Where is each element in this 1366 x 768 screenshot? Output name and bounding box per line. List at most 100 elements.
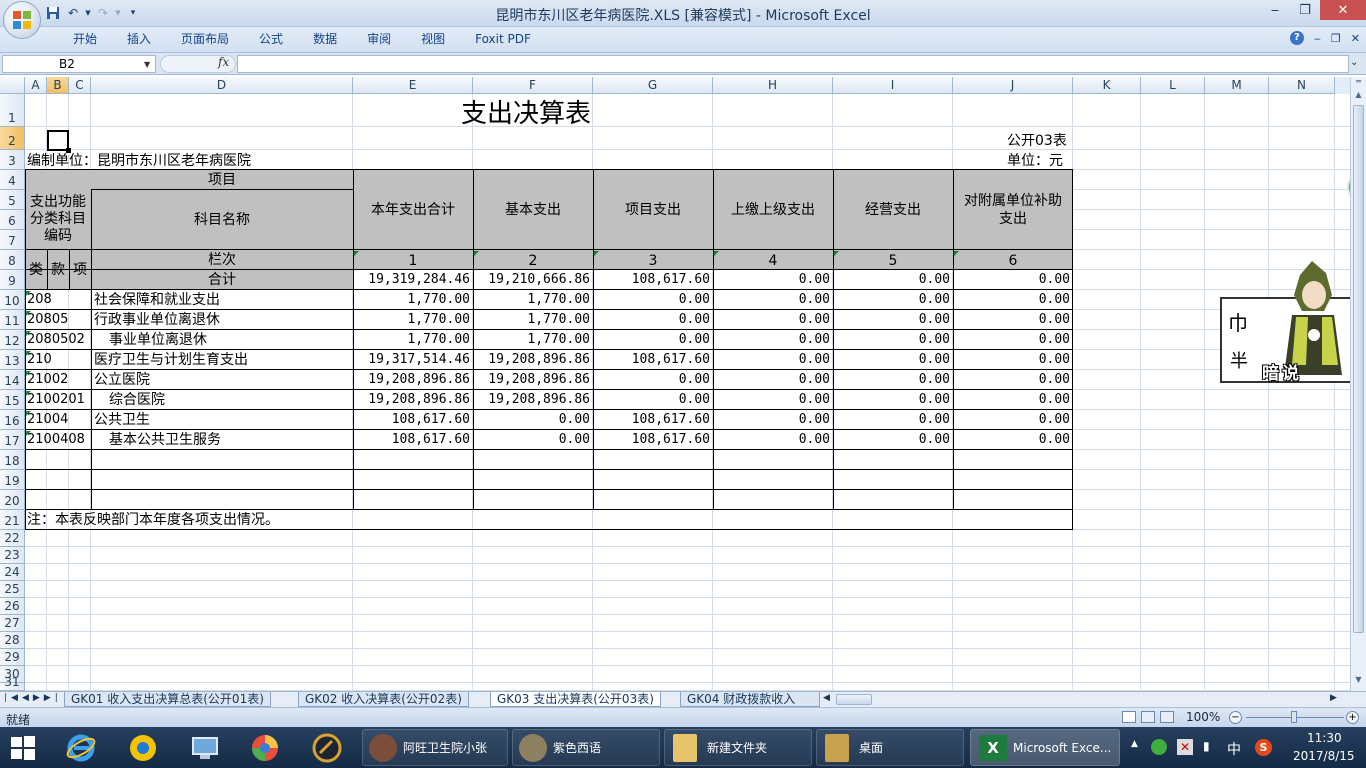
column-header[interactable]: C — [69, 77, 91, 94]
page-layout-view-icon[interactable] — [1141, 711, 1155, 723]
name-box-dropdown-icon[interactable]: ▼ — [144, 60, 150, 69]
column-header[interactable]: I — [833, 77, 953, 94]
column-header[interactable]: H — [713, 77, 833, 94]
row-header[interactable]: 10 — [0, 290, 25, 310]
zoom-slider-thumb[interactable] — [1291, 711, 1297, 723]
value-cell[interactable]: 19,210,666.86 — [473, 271, 590, 289]
hscroll-right-icon[interactable]: ▶ — [1330, 693, 1337, 703]
tab-view[interactable]: 视图 — [406, 27, 460, 53]
row-header[interactable]: 9 — [0, 270, 25, 290]
tab-data[interactable]: 数据 — [298, 27, 352, 53]
zoom-in-icon[interactable]: + — [1346, 711, 1359, 724]
redo-dropdown-icon[interactable]: ▼ — [114, 4, 122, 22]
clock-date[interactable]: 2017/8/15 — [1293, 749, 1355, 763]
signal-icon[interactable]: ▮ — [1203, 739, 1210, 753]
row-header[interactable]: 21 — [0, 510, 25, 530]
value-cell[interactable]: 0.00 — [953, 271, 1070, 289]
zoom-out-icon[interactable]: − — [1229, 711, 1242, 724]
value-cell[interactable]: 0.00 — [713, 291, 830, 309]
value-cell[interactable]: 0.00 — [593, 391, 710, 409]
tab-insert[interactable]: 插入 — [112, 27, 166, 53]
value-cell[interactable]: 0.00 — [713, 391, 830, 409]
tab-foxit-pdf[interactable]: Foxit PDF — [460, 27, 546, 53]
value-cell[interactable]: 0.00 — [713, 351, 830, 369]
row-header[interactable]: 29 — [0, 649, 25, 666]
value-cell[interactable]: 19,208,896.86 — [473, 371, 590, 389]
value-cell[interactable]: 0.00 — [593, 291, 710, 309]
value-cell[interactable]: 0.00 — [953, 431, 1070, 449]
row-header[interactable]: 31 — [0, 675, 25, 691]
value-cell[interactable]: 1,770.00 — [473, 331, 590, 349]
value-cell[interactable]: 0.00 — [593, 311, 710, 329]
subject-name-cell[interactable]: 社会保障和就业支出 — [94, 291, 220, 309]
row-header[interactable]: 18 — [0, 450, 25, 470]
column-header[interactable]: N — [1269, 77, 1335, 94]
zoom-level[interactable]: 100% — [1186, 710, 1220, 724]
network-disconnected-icon[interactable]: ✕ — [1177, 739, 1193, 755]
subject-code-cell[interactable]: 21002 — [27, 371, 68, 389]
value-cell[interactable]: 0.00 — [833, 311, 950, 329]
ime-indicator[interactable]: 中 — [1227, 739, 1241, 759]
value-cell[interactable]: 19,319,284.46 — [353, 271, 470, 289]
tab-formulas[interactable]: 公式 — [244, 27, 298, 53]
scroll-up-icon[interactable]: ▲ — [1352, 90, 1365, 102]
split-box[interactable]: ═ — [1352, 77, 1365, 89]
column-header[interactable]: G — [593, 77, 713, 94]
value-cell[interactable]: 19,208,896.86 — [473, 351, 590, 369]
value-cell[interactable]: 0.00 — [593, 371, 710, 389]
column-header[interactable]: M — [1205, 77, 1269, 94]
formula-input[interactable] — [237, 55, 1349, 73]
customize-qat-icon[interactable]: ▾ — [124, 4, 142, 22]
normal-view-icon[interactable] — [1122, 711, 1136, 723]
subject-code-cell[interactable]: 20805 — [27, 311, 68, 329]
ribbon-close-icon[interactable]: ✕ — [1351, 32, 1360, 45]
sheet-tab[interactable]: GK02 收入决算表(公开02表) — [298, 692, 469, 707]
value-cell[interactable]: 0.00 — [473, 411, 590, 429]
row-header[interactable]: 20 — [0, 490, 25, 510]
music-player-icon[interactable] — [126, 731, 160, 765]
value-cell[interactable]: 0.00 — [833, 431, 950, 449]
row-header[interactable]: 8 — [0, 250, 25, 270]
value-cell[interactable]: 0.00 — [713, 431, 830, 449]
value-cell[interactable]: 0.00 — [473, 431, 590, 449]
tab-home[interactable]: 开始 — [58, 27, 112, 53]
column-header[interactable]: D — [91, 77, 353, 94]
row-header[interactable]: 23 — [0, 547, 25, 564]
value-cell[interactable]: 0.00 — [713, 411, 830, 429]
row-header[interactable]: 15 — [0, 390, 25, 410]
subject-name-cell[interactable]: 医疗卫生与计划生育支出 — [94, 351, 248, 369]
row-header[interactable]: 5 — [0, 190, 25, 210]
subject-code-cell[interactable]: 21004 — [27, 411, 68, 429]
office-button[interactable] — [3, 1, 41, 39]
browser-icon[interactable] — [248, 731, 282, 765]
column-header[interactable]: K — [1073, 77, 1141, 94]
value-cell[interactable]: 0.00 — [833, 411, 950, 429]
value-cell[interactable]: 0.00 — [833, 331, 950, 349]
value-cell[interactable]: 108,617.60 — [353, 411, 470, 429]
value-cell[interactable]: 0.00 — [833, 371, 950, 389]
subject-name-cell[interactable]: 公共卫生 — [94, 411, 150, 429]
sheet-nav-icons[interactable]: |◀◀▶▶| — [4, 693, 62, 703]
row-header[interactable]: 4 — [0, 170, 25, 190]
value-cell[interactable]: 19,208,896.86 — [353, 371, 470, 389]
row-header[interactable]: 1 — [0, 94, 25, 127]
value-cell[interactable]: 0.00 — [953, 331, 1070, 349]
value-cell[interactable]: 108,617.60 — [593, 431, 710, 449]
value-cell[interactable]: 1,770.00 — [473, 291, 590, 309]
column-header[interactable]: E — [353, 77, 473, 94]
tab-page-layout[interactable]: 页面布局 — [166, 27, 244, 53]
column-header[interactable]: F — [473, 77, 593, 94]
ribbon-restore-icon[interactable]: ❐ — [1331, 32, 1341, 45]
sogou-icon[interactable]: S — [1255, 739, 1272, 756]
value-cell[interactable]: 0.00 — [713, 271, 830, 289]
value-cell[interactable]: 19,317,514.46 — [353, 351, 470, 369]
row-header[interactable]: 7 — [0, 230, 25, 250]
row-header[interactable]: 2 — [0, 127, 25, 150]
subject-name-cell[interactable]: 公立医院 — [94, 371, 150, 389]
subject-code-cell[interactable]: 2080502 — [27, 331, 85, 349]
column-header[interactable]: J — [953, 77, 1073, 94]
value-cell[interactable]: 0.00 — [953, 351, 1070, 369]
undo-icon[interactable]: ↶ — [64, 4, 82, 22]
name-box[interactable]: B2 — [2, 55, 156, 73]
subject-code-cell[interactable]: 2100408 — [27, 431, 85, 449]
